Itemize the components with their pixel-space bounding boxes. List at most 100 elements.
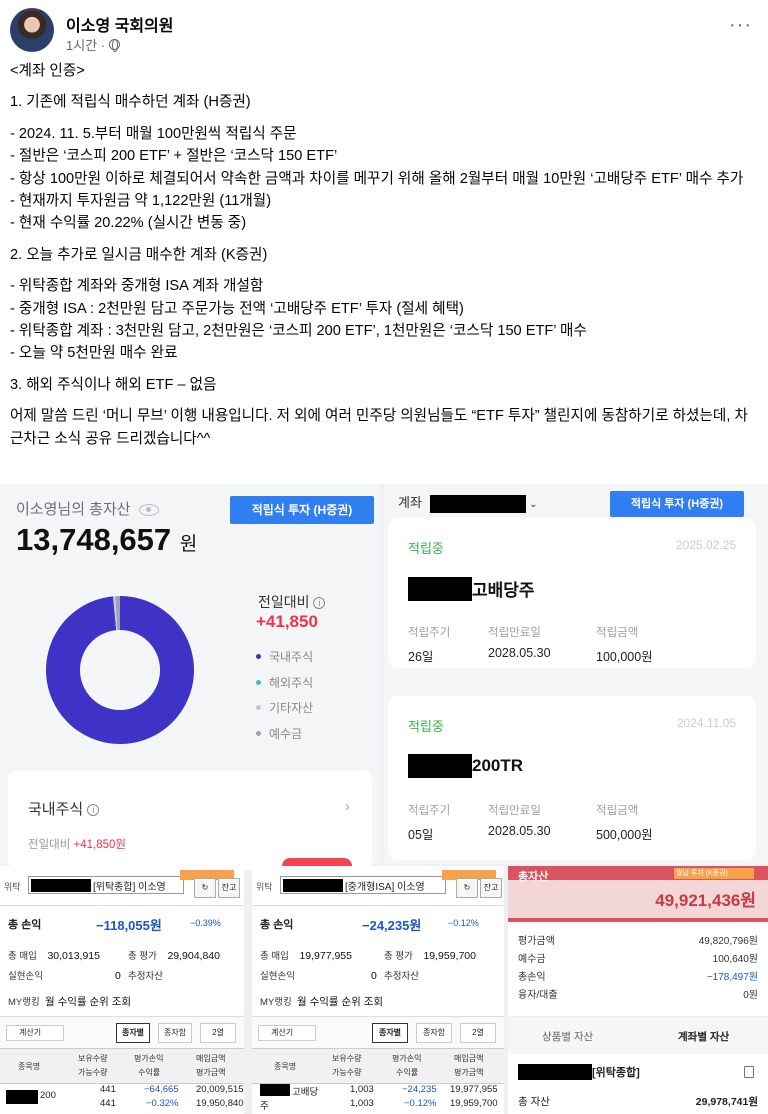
asset-amount-unit: 원: [179, 534, 198, 555]
estimated-asset: 추정자산: [128, 971, 163, 982]
redacted-box: [31, 878, 91, 892]
holding-name: 고배당: [292, 1087, 319, 1098]
plan-end-label: 적립만료일: [488, 805, 541, 817]
account-title-text: [위탁종합]: [592, 1067, 640, 1079]
realized-pnl-value: 0: [114, 970, 121, 982]
legend-dot: [256, 705, 261, 711]
account-title: [위탁종합]: [518, 1064, 640, 1080]
holding-eval: 19,950,840: [196, 1098, 244, 1109]
balance-button: 잔고: [480, 878, 502, 898]
post-line: - 위탁종합 계좌 : 3천만원 담고, 2천만원은 ‘코스피 200 ETF’…: [10, 323, 587, 340]
screenshot-collage[interactable]: 이소영님의 총자산 13,748,657 원 적립식 투자 (H증권) 전일대비…: [0, 484, 768, 1114]
post-header: 이소영 국회의원 1시간 · ···: [10, 8, 758, 56]
refresh-button: ↻: [194, 878, 216, 898]
post-line: - 2024. 11. 5.부터 매월 100만원씩 적립식 주문: [10, 125, 297, 142]
loan-row: 융자/대출 0원: [518, 986, 758, 1002]
col-eval: 평가금액: [196, 1068, 226, 1077]
col-name: 종목명: [18, 1062, 41, 1071]
total-asset-screenshot: 이소영님의 총자산 13,748,657 원 적립식 투자 (H증권) 전일대비…: [0, 484, 380, 870]
tab-by-account: 계좌별 자산: [678, 1031, 730, 1043]
post-time[interactable]: 1시간 ·: [66, 35, 105, 54]
plan-name-text: 200TR: [472, 756, 524, 775]
legend-label: 해외주식: [269, 675, 314, 690]
tab-columns: 2열: [200, 1023, 236, 1043]
plan-date: 2024.11.05: [676, 716, 736, 730]
total-buy-value: 19,977,955: [299, 950, 352, 962]
post-line: 1. 기존에 적립식 매수하던 계좌 (H증권): [10, 94, 251, 111]
post-line: - 오늘 약 5천만원 매수 완료: [10, 345, 178, 362]
post-text: <계좌 인증> 1. 기존에 적립식 매수하던 계좌 (H증권) - 2024.…: [10, 60, 758, 450]
legend-item: 해외주식: [256, 670, 313, 696]
brokerage-account-screenshot: 위탁 [위탁종합] 이소영 ↻ 잔고 총 손익 −118,055원 −0.39%…: [0, 866, 244, 1114]
holding-rate: −0.12%: [404, 1098, 437, 1109]
account-type: 위탁: [256, 882, 273, 892]
account-total: 총 자산 29,978,741원: [518, 1094, 758, 1109]
holding-name: 200: [40, 1090, 56, 1101]
my-ranking-label: MY랭킹: [8, 997, 40, 1008]
deposit-row: 예수금 100,640원: [518, 950, 758, 966]
account-name: [중개형ISA] 이소영: [345, 881, 425, 893]
tab-item-list: 종자함: [158, 1023, 192, 1043]
post-line: 2. 오늘 추가로 일시금 매수한 계좌 (K증권): [10, 246, 268, 263]
total-value: 49,921,436원: [655, 891, 756, 910]
globe-icon: [109, 39, 121, 52]
eval-value: 49,820,796원: [698, 936, 758, 947]
more-options-icon[interactable]: ···: [729, 14, 752, 37]
holdings-header: 종목명 보유수량 가능수량 평가손익 수익률 매입금액 평가금액: [252, 1048, 504, 1084]
account-total-value: 29,978,741원: [695, 1096, 758, 1108]
plan-name: 고배당주: [408, 576, 535, 601]
redacted-box: [518, 1064, 592, 1080]
calculator-check: 계산기: [258, 1025, 316, 1041]
total-buy-label: 총 매입: [260, 951, 289, 962]
redacted-box: [408, 576, 472, 601]
plan-amount-label: 적립금액: [596, 805, 639, 817]
tab-by-item: 종자별: [116, 1023, 150, 1043]
total-eval-label: 총 평가: [384, 951, 413, 962]
pnl-value: −118,055원: [96, 917, 162, 933]
installment-invest-button: 적립식 투자 (H증권): [610, 491, 744, 517]
author-name[interactable]: 이소영 국회의원: [66, 12, 174, 36]
col-rate: 수익률: [396, 1068, 419, 1077]
post-line: - 현재 수익률 20.22% (실시간 변동 중): [10, 215, 247, 232]
view-tabs: 계산기 종자별 종자함 2열: [0, 1016, 244, 1048]
installment-plans-screenshot: 계좌 ⌄ 적립식 투자 (H증권) 적립중 2025.02.25 고배당주 적립…: [384, 484, 768, 864]
holdings-header: 종목명 보유수량 가능수량 평가손익 수익률 매입금액 평가금액: [0, 1048, 244, 1084]
col-name: 종목명: [274, 1062, 297, 1071]
plan-amount-value: 500,000원: [596, 828, 653, 842]
chevron-right-icon: ›: [344, 798, 350, 815]
isa-account-screenshot: 위탁 [중개형ISA] 이소영 ↻ 잔고 총 손익 −24,235원 −0.12…: [252, 866, 504, 1114]
post-line: - 현재까지 투자원금 약 1,122만원 (11개월): [10, 193, 272, 210]
plan-date: 2025.02.25: [675, 538, 736, 552]
col-qty: 보유수량: [332, 1054, 362, 1063]
pnl-label: 총 손익: [260, 919, 294, 931]
col-buy: 매입금액: [196, 1054, 226, 1063]
calculator-check: 계산기: [6, 1025, 64, 1041]
redacted-box: [283, 878, 343, 892]
eval-label: 평가금액: [518, 936, 555, 947]
change-label: 전일대비 i: [258, 592, 326, 612]
holding-qty: 441: [100, 1084, 116, 1095]
plan-cycle-label: 적립주기: [408, 805, 451, 817]
post-line: <계좌 인증>: [10, 63, 85, 79]
avatar[interactable]: [10, 8, 54, 52]
asset-donut-chart: [45, 596, 194, 744]
domestic-change-label: 전일대비: [28, 839, 71, 851]
post-line: - 위탁종합 계좌와 중개형 ISA 계좌 개설함: [10, 278, 264, 295]
col-pnl: 평가손익: [392, 1054, 422, 1063]
tab-item-list: 종자함: [416, 1023, 452, 1043]
pnl-label: 총손익: [518, 972, 546, 983]
my-ranking: MY랭킹 월 수익률 순위 조회: [8, 994, 131, 1009]
plan-cycle-value: 26일: [408, 650, 434, 664]
plan-amount: 적립금액 100,000원: [596, 624, 653, 665]
holding-buy: 20,009,515: [196, 1084, 244, 1095]
plan-name: 200TR: [408, 754, 523, 778]
asset-tabs: 상품별 자산 계좌별 자산: [508, 1016, 768, 1054]
col-qty: 보유수량: [78, 1054, 108, 1063]
col-pnl: 평가손익: [134, 1054, 164, 1063]
plan-card: 적립중 2025.02.25 고배당주 적립주기 26일 적립만료일 2028.05…: [388, 518, 756, 668]
col-rate: 수익률: [138, 1068, 161, 1077]
holding-row: 고배당 주 1,003 1,003 −24,235 −0.12% 19,977,…: [252, 1084, 504, 1114]
domestic-title: 국내주식 i: [28, 798, 100, 819]
plan-cycle: 적립주기 05일: [408, 802, 450, 843]
deposit-label: 예수금: [518, 954, 546, 965]
